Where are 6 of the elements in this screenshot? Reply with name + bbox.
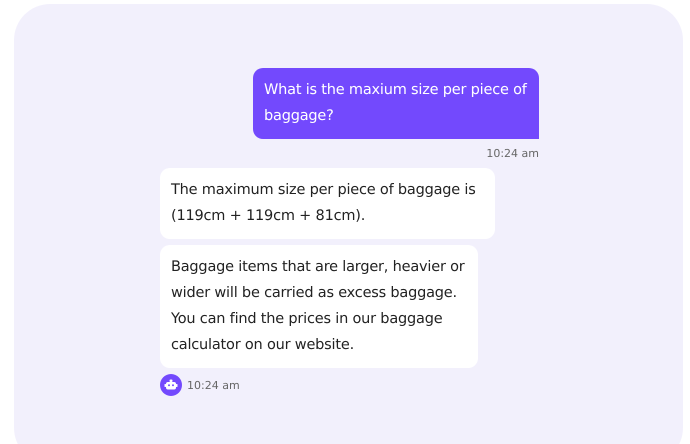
- robot-icon: [160, 374, 182, 396]
- user-message: What is the maxium size per piece of baggage?: [253, 68, 539, 139]
- bot-message: Baggage items that are larger, heavier or wider will be carried as excess baggage. You can find the prices in our baggage calculator on our website.: [160, 245, 478, 368]
- message-time: 10:24 am: [486, 147, 539, 160]
- message-time: 10:24 am: [187, 378, 240, 392]
- bot-message: The maximum size per piece of baggage is (119cm + 119cm + 81cm).: [160, 168, 495, 239]
